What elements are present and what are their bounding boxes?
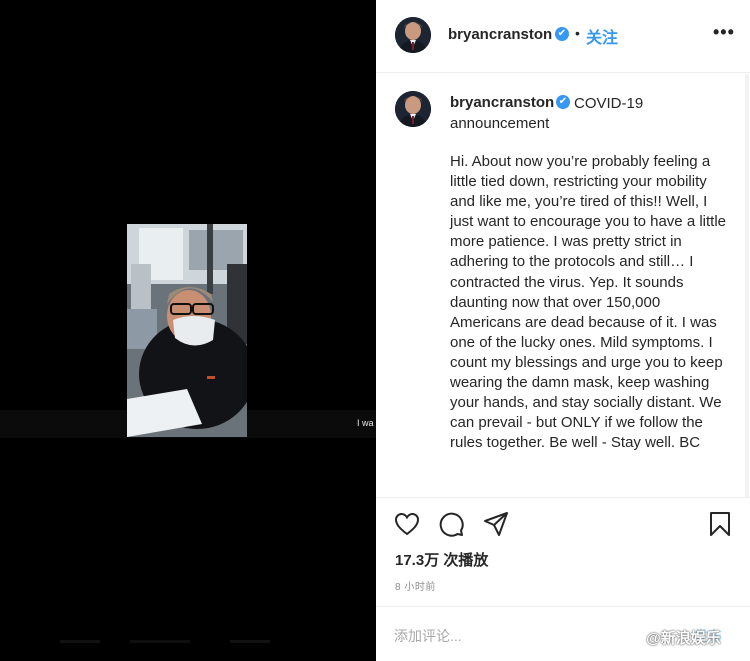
post-header: bryancranston ✔ • 关注 •••	[376, 0, 750, 73]
verified-badge-icon: ✔	[556, 95, 570, 109]
weibo-logo-icon	[612, 629, 640, 651]
media-viewer: I wa	[0, 0, 376, 661]
video-still	[127, 224, 247, 437]
video-controls-shadow	[60, 640, 270, 643]
share-icon[interactable]	[482, 510, 510, 538]
post-panel: bryancranston ✔ • 关注 ••• COVID-19 announ…	[376, 0, 750, 661]
watermark: @新浪娱乐	[612, 627, 721, 655]
avatar-image	[395, 91, 431, 127]
follow-button[interactable]: 关注	[586, 24, 618, 48]
separator-dot: •	[575, 25, 580, 41]
avatar-image	[395, 17, 431, 53]
post-timestamp[interactable]: 8 小时前	[395, 578, 436, 593]
post-actions: 17.3万 次播放 8 小时前	[376, 497, 750, 607]
comment-icon[interactable]	[437, 510, 465, 538]
caption-body: Hi. About now you’re probably feeling a …	[450, 153, 727, 452]
caption-scrollbar[interactable]	[745, 74, 749, 497]
more-options-icon[interactable]: •••	[713, 22, 735, 43]
username[interactable]: bryancranston	[448, 26, 552, 43]
bookmark-icon[interactable]	[706, 510, 734, 538]
avatar[interactable]	[395, 91, 431, 127]
avatar[interactable]	[395, 17, 431, 53]
video-caption: I wa	[357, 418, 374, 428]
post-caption: COVID-19 announcement bryancranston ✔ Hi…	[376, 74, 750, 497]
watermark-text: @新浪娱乐	[646, 630, 721, 647]
video-player[interactable]	[127, 224, 247, 437]
caption-username[interactable]: bryancranston	[450, 94, 554, 111]
verified-badge-icon: ✔	[555, 27, 569, 41]
heart-icon[interactable]	[393, 510, 421, 538]
view-count[interactable]: 17.3万 次播放	[395, 549, 488, 570]
